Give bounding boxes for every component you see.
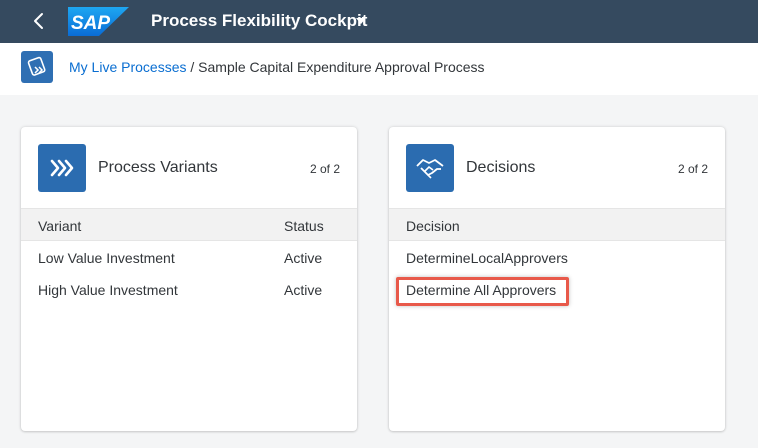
table-row[interactable]: DetermineLocalApprovers [389, 242, 725, 274]
sap-logo-text: SAP [71, 13, 110, 34]
column-header-decision: Decision [406, 218, 460, 234]
card-title: Decisions [466, 159, 536, 176]
variant-name: High Value Investment [38, 282, 178, 298]
breadcrumb: My Live Processes / Sample Capital Expen… [69, 59, 485, 75]
table-header: Variant Status [21, 208, 357, 241]
column-header-variant: Variant [38, 218, 82, 234]
table-row[interactable]: Low Value Investment Active [21, 242, 357, 274]
card-title: Process Variants [98, 159, 218, 176]
caret-down-icon[interactable] [355, 15, 367, 27]
object-header: My Live Processes / Sample Capital Expen… [0, 43, 758, 95]
variant-name: Low Value Investment [38, 250, 175, 266]
back-arrow-icon[interactable] [28, 10, 50, 32]
handshake-icon [406, 144, 454, 192]
process-variants-card: Process Variants 2 of 2 Variant Status L… [21, 127, 357, 431]
card-count: 2 of 2 [309, 162, 340, 176]
process-icon [21, 51, 53, 83]
table-row[interactable]: High Value Investment Active [21, 274, 357, 306]
shell-bar: SAP Process Flexibility Cockpit [0, 0, 758, 43]
app-title[interactable]: Process Flexibility Cockpit [151, 11, 367, 31]
sap-logo[interactable]: SAP [68, 7, 129, 36]
decision-name: DetermineLocalApprovers [406, 250, 568, 266]
breadcrumb-link-my-live-processes[interactable]: My Live Processes [69, 59, 186, 75]
decisions-card: Decisions 2 of 2 Decision DetermineLocal… [389, 127, 725, 431]
card-count: 2 of 2 [677, 162, 708, 176]
table-header: Decision [389, 208, 725, 241]
column-header-status: Status [284, 218, 324, 234]
variant-status: Active [284, 282, 323, 298]
variant-status: Active [284, 250, 323, 266]
table-row[interactable]: Determine All Approvers [389, 274, 725, 306]
breadcrumb-current: Sample Capital Expenditure Approval Proc… [198, 59, 485, 75]
decision-name: Determine All Approvers [406, 282, 557, 298]
breadcrumb-separator: / [186, 59, 199, 75]
chevrons-right-icon [38, 144, 86, 192]
